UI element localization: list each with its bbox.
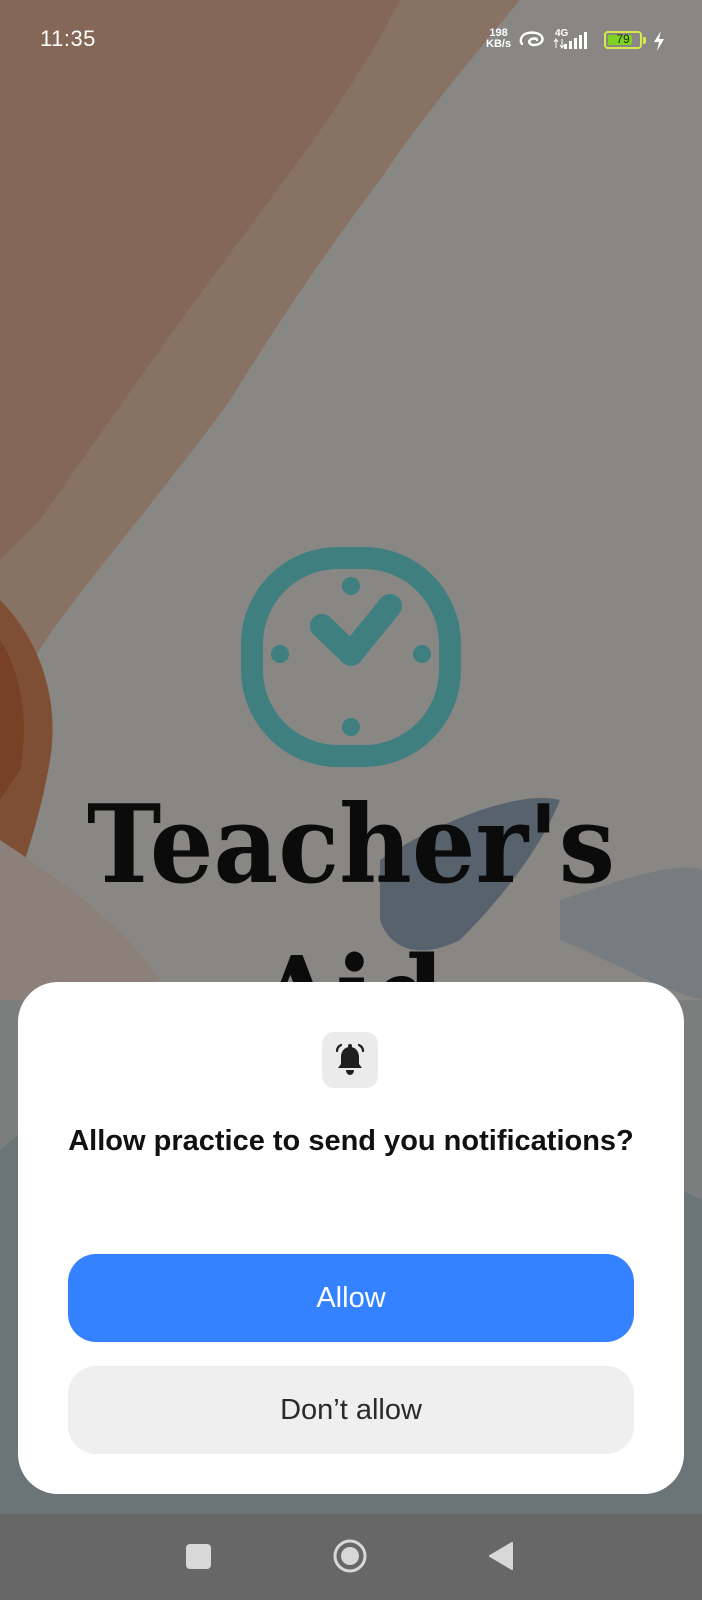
- network-speed: 198 KB/s: [486, 28, 511, 50]
- back-triangle-icon[interactable]: [488, 1541, 514, 1571]
- network-speed-unit: KB/s: [486, 38, 512, 50]
- bell-icon-container: [322, 1032, 378, 1088]
- signal-icon: [553, 32, 587, 49]
- bell-icon: [335, 1043, 365, 1075]
- status-bar: 11:35 198 KB/s 4G 79: [0, 0, 702, 84]
- home-circle-icon[interactable]: [332, 1538, 368, 1574]
- notification-permission-dialog: Allow practice to send you notifications…: [18, 982, 684, 1494]
- allow-button[interactable]: Allow: [68, 1254, 634, 1342]
- status-time: 11:35: [40, 26, 96, 51]
- battery-cap: [643, 37, 646, 44]
- recents-square-icon[interactable]: [186, 1544, 211, 1569]
- navigation-bar: [0, 1514, 702, 1600]
- charging-bolt-icon: [654, 31, 664, 51]
- screen: Teacher's Aid 11:35 198 KB/s 4G 79: [0, 0, 702, 1600]
- hotspot-link-icon: [519, 31, 544, 47]
- dialog-title: Allow practice to send you notifications…: [68, 1125, 634, 1157]
- clock-icon: [241, 547, 461, 767]
- battery-level: 79: [616, 32, 630, 46]
- dont-allow-button[interactable]: Don’t allow: [68, 1366, 634, 1454]
- app-name-line1: Teacher's: [86, 780, 616, 909]
